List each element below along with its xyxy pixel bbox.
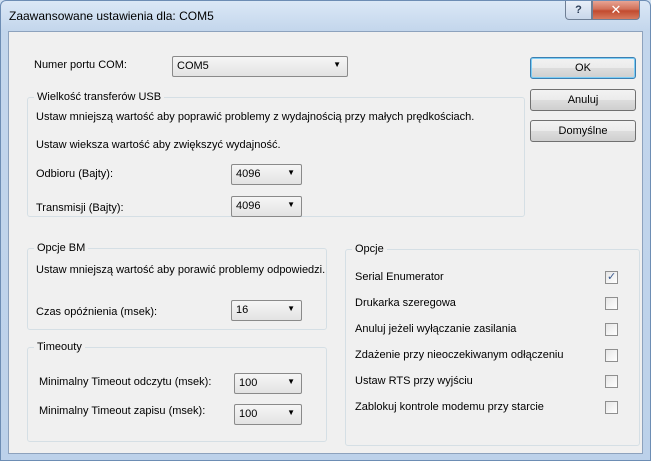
bm-options-group: Opcje BM Ustaw mniejszą wartość aby pora… — [27, 242, 327, 330]
dialog-body: Numer portu COM: COM5 ▼ Wielkość transfe… — [8, 31, 643, 454]
latency-label: Czas opóźnienia (msek): — [36, 306, 158, 318]
check-icon: ✓ — [607, 270, 617, 283]
dialog-window: Zaawansowane ustawienia dla: COM5 ? ✕ Nu… — [0, 0, 651, 461]
chevron-down-icon: ▼ — [287, 200, 295, 209]
chevron-down-icon: ▼ — [333, 60, 341, 69]
chevron-down-icon: ▼ — [287, 377, 295, 386]
help-button[interactable]: ? — [565, 1, 592, 20]
usb-transfer-title: Wielkość transferów USB — [34, 91, 165, 103]
option-checkbox[interactable]: ✓ — [605, 375, 618, 388]
com-port-label: Numer portu COM: — [34, 59, 127, 71]
transmit-label: Transmisji (Bajty): — [36, 202, 124, 214]
receive-label: Odbioru (Bajty): — [36, 168, 114, 180]
option-label: Zdażenie przy nieoczekiwanym odłączeniu — [355, 349, 564, 361]
options-title: Opcje — [352, 243, 387, 255]
read-timeout-select[interactable]: 100 ▼ — [234, 373, 302, 394]
timeouts-group: Timeouty Minimalny Timeout odczytu (msek… — [27, 341, 327, 442]
cancel-button[interactable]: Anuluj — [530, 89, 636, 111]
read-timeout-label: Minimalny Timeout odczytu (msek): — [39, 376, 212, 388]
usb-desc-bigger: Ustaw wieksza wartość aby zwiększyć wyda… — [36, 139, 281, 151]
option-checkbox[interactable]: ✓ — [605, 297, 618, 310]
cancel-button-label: Anuluj — [567, 94, 599, 106]
receive-size-value: 4096 — [236, 168, 261, 180]
latency-select[interactable]: 16 ▼ — [231, 300, 302, 321]
transmit-size-select[interactable]: 4096 ▼ — [231, 196, 302, 217]
com-port-value: COM5 — [177, 60, 209, 72]
latency-value: 16 — [236, 304, 249, 316]
write-timeout-label: Minimalny Timeout zapisu (msek): — [39, 405, 206, 417]
option-checkbox[interactable]: ✓ — [605, 401, 618, 414]
option-label: Serial Enumerator — [355, 271, 444, 283]
ok-button[interactable]: OK — [530, 57, 636, 79]
option-label: Anuluj jeżeli wyłączanie zasilania — [355, 323, 517, 335]
chevron-down-icon: ▼ — [287, 168, 295, 177]
option-checkbox[interactable]: ✓ — [605, 349, 618, 362]
write-timeout-select[interactable]: 100 ▼ — [234, 404, 302, 425]
option-label: Drukarka szeregowa — [355, 297, 456, 309]
option-label: Ustaw RTS przy wyjściu — [355, 375, 473, 387]
read-timeout-value: 100 — [239, 377, 258, 389]
option-checkbox[interactable]: ✓ — [605, 323, 618, 336]
window-title: Zaawansowane ustawienia dla: COM5 — [9, 9, 214, 23]
option-label: Zablokuj kontrole modemu przy starcie — [355, 401, 544, 413]
ok-button-label: OK — [575, 62, 591, 74]
options-group: Opcje Serial Enumerator ✓ Drukarka szere… — [345, 243, 640, 446]
usb-transfer-group: Wielkość transferów USB Ustaw mniejszą w… — [27, 91, 525, 217]
transmit-size-value: 4096 — [236, 200, 261, 212]
timeouts-title: Timeouty — [34, 341, 85, 353]
close-button[interactable]: ✕ — [592, 1, 640, 20]
option-checkbox[interactable]: ✓ — [605, 270, 618, 284]
bm-options-title: Opcje BM — [34, 242, 89, 254]
write-timeout-value: 100 — [239, 408, 258, 420]
defaults-button[interactable]: Domyślne — [530, 120, 636, 142]
receive-size-select[interactable]: 4096 ▼ — [231, 164, 302, 185]
title-bar[interactable]: Zaawansowane ustawienia dla: COM5 ? ✕ — [1, 1, 650, 31]
defaults-button-label: Domyślne — [558, 125, 608, 137]
chevron-down-icon: ▼ — [287, 408, 295, 417]
help-icon: ? — [575, 4, 582, 16]
close-icon: ✕ — [610, 2, 622, 18]
com-port-select[interactable]: COM5 ▼ — [172, 56, 348, 77]
chevron-down-icon: ▼ — [287, 304, 295, 313]
bm-desc: Ustaw mniejszą wartość aby porawić probl… — [36, 264, 326, 276]
usb-desc-smaller: Ustaw mniejszą wartość aby poprawić prob… — [36, 111, 475, 123]
